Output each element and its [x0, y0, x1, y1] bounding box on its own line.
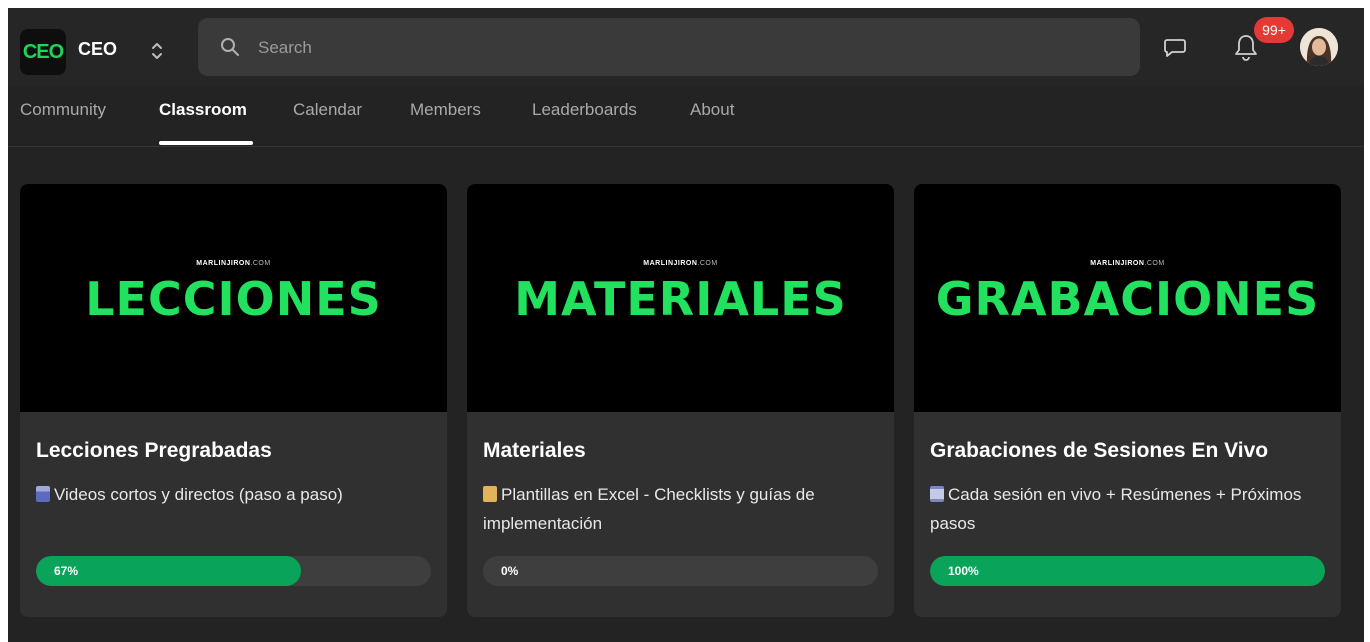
- notification-count-badge: 99+: [1254, 17, 1294, 43]
- course-title[interactable]: Materiales: [483, 439, 586, 463]
- banner-brand: MARLINJIRON.COM: [1090, 260, 1165, 267]
- course-description: Videos cortos y directos (paso a paso): [36, 480, 431, 509]
- course-banner: MARLINJIRON.COM LECCIONES: [20, 184, 447, 412]
- search-bar[interactable]: [198, 18, 1140, 76]
- progress-label: 67%: [54, 564, 79, 578]
- banner-title: MATERIALES: [514, 272, 847, 326]
- hourglass-icon: [930, 486, 944, 502]
- course-title[interactable]: Grabaciones de Sesiones En Vivo: [930, 439, 1268, 463]
- tab-members[interactable]: Members: [410, 100, 481, 120]
- progress-fill: [930, 556, 1325, 586]
- course-description: Plantillas en Excel - Checklists y guías…: [483, 485, 815, 533]
- tab-calendar[interactable]: Calendar: [293, 100, 362, 120]
- banner-brand: MARLINJIRON.COM: [196, 260, 271, 267]
- avatar-image: [1300, 28, 1338, 66]
- course-title[interactable]: Lecciones Pregrabadas: [36, 439, 272, 463]
- course-card-grabaciones[interactable]: MARLINJIRON.COM GRABACIONES Grabaciones …: [914, 184, 1341, 617]
- community-name[interactable]: CEO: [78, 39, 117, 60]
- clapperboard-icon: [36, 486, 50, 502]
- progress-bar: 0%: [483, 556, 878, 586]
- progress-label: 100%: [948, 564, 979, 578]
- progress-bar: 67%: [36, 556, 431, 586]
- app-window: CEO CEO 99+: [8, 8, 1364, 642]
- course-banner: MARLINJIRON.COM MATERIALES: [467, 184, 894, 412]
- notifications-button[interactable]: [1233, 33, 1259, 68]
- community-switcher-button[interactable]: [146, 35, 168, 67]
- progress-bar: 100%: [930, 556, 1325, 586]
- banner-title: GRABACIONES: [935, 272, 1320, 326]
- community-logo[interactable]: CEO: [20, 29, 66, 75]
- scroll-icon: [483, 486, 497, 502]
- user-avatar[interactable]: [1300, 28, 1338, 66]
- active-tab-indicator: [159, 141, 253, 145]
- tab-about[interactable]: About: [690, 100, 734, 120]
- top-bar: CEO CEO 99+: [8, 8, 1364, 86]
- course-banner: MARLINJIRON.COM GRABACIONES: [914, 184, 1341, 412]
- progress-label: 0%: [501, 564, 519, 578]
- tab-leaderboards[interactable]: Leaderboards: [532, 100, 637, 120]
- chat-button[interactable]: [1163, 35, 1187, 64]
- tab-classroom[interactable]: Classroom: [159, 100, 247, 120]
- chat-icon: [1164, 39, 1186, 57]
- banner-brand: MARLINJIRON.COM: [643, 260, 718, 267]
- nav-tabs: Community Classroom Calendar Members Lea…: [8, 86, 1364, 147]
- banner-title: LECCIONES: [85, 272, 382, 326]
- search-input[interactable]: [256, 32, 1120, 64]
- bell-icon: [1235, 35, 1257, 61]
- course-description: Cada sesión en vivo + Resúmenes + Próxim…: [930, 485, 1302, 533]
- course-card-materiales[interactable]: MARLINJIRON.COM MATERIALES Materiales Pl…: [467, 184, 894, 617]
- chevron-updown-icon: [152, 43, 162, 59]
- tab-community[interactable]: Community: [20, 100, 106, 120]
- course-card-lecciones[interactable]: MARLINJIRON.COM LECCIONES Lecciones Preg…: [20, 184, 447, 617]
- search-icon: [221, 38, 239, 56]
